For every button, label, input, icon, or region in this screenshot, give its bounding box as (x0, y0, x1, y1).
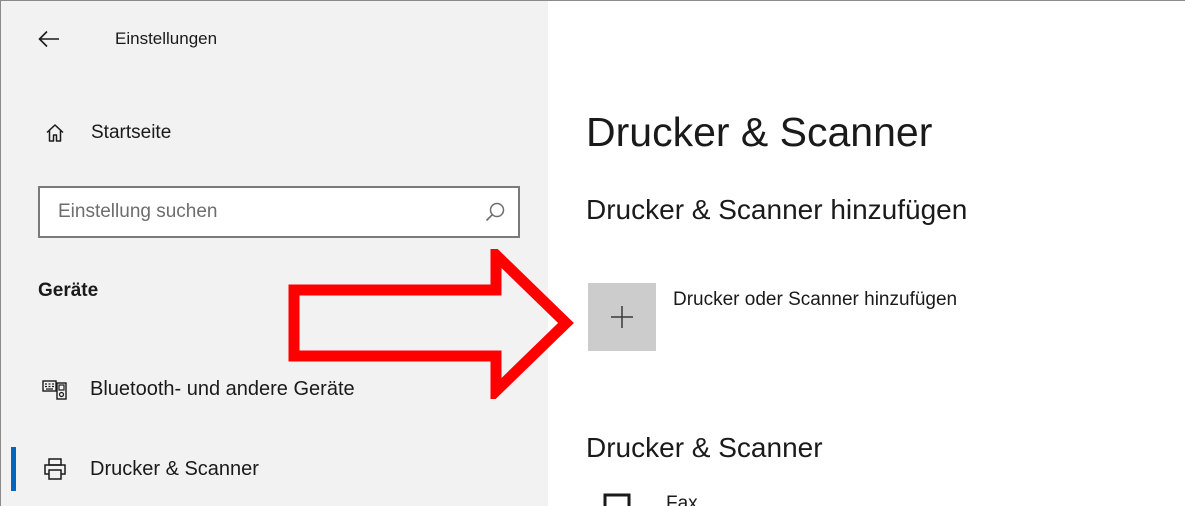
app-title: Einstellungen (115, 29, 218, 48)
search-icon[interactable] (484, 201, 506, 223)
sidebar-item-label: Startseite (91, 122, 172, 143)
add-printer-button[interactable]: Drucker oder Scanner hinzufügen (588, 283, 957, 351)
add-tile[interactable] (588, 283, 656, 351)
bluetooth-devices-icon (35, 378, 75, 400)
add-printer-label: Drucker oder Scanner hinzufügen (673, 289, 958, 310)
section-label: Geräte (38, 280, 99, 301)
printer-icon (35, 457, 75, 481)
home-icon (35, 123, 75, 143)
search-input[interactable] (40, 188, 470, 236)
sidebar: Einstellungen Startseite Geräte (1, 1, 548, 506)
printers-section-title: Drucker & Scanner (586, 432, 823, 463)
sidebar-item-label: Bluetooth- und andere Geräte (90, 377, 355, 400)
page-title: Drucker & Scanner (586, 109, 933, 155)
back-arrow-icon (38, 30, 59, 48)
sidebar-item-bluetooth[interactable]: Bluetooth- und andere Geräte (15, 361, 535, 417)
search-box (38, 186, 520, 238)
sidebar-item-label: Drucker & Scanner (90, 457, 259, 480)
printer-list-item[interactable]: Fax (602, 487, 698, 506)
sidebar-item-home[interactable]: Startseite (29, 109, 519, 157)
add-section-title: Drucker & Scanner hinzufügen (586, 194, 968, 225)
settings-window: Einstellungen Startseite Geräte (0, 0, 1185, 506)
back-button[interactable] (31, 23, 67, 55)
main-content: Drucker & Scanner Drucker & Scanner hinz… (548, 1, 1185, 506)
fax-icon (603, 493, 631, 506)
title-bar: Einstellungen (1, 1, 548, 79)
plus-icon (611, 306, 633, 328)
printer-name: Fax (666, 493, 698, 506)
sidebar-item-printers[interactable]: Drucker & Scanner (11, 441, 535, 497)
